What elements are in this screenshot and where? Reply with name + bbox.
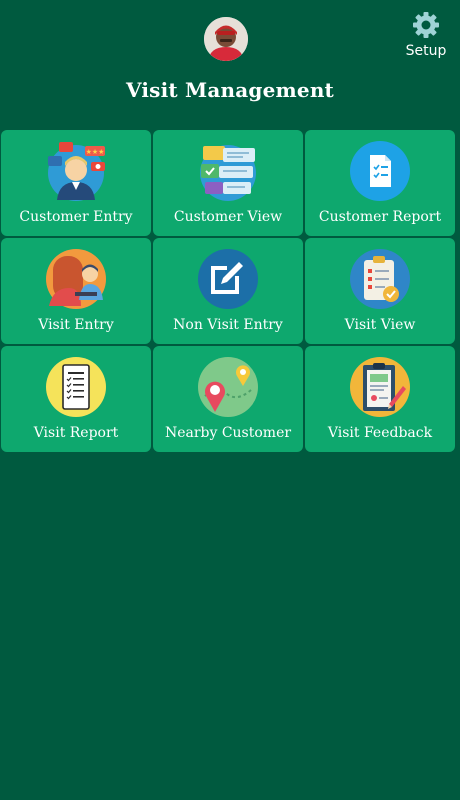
non-visit-entry-tile[interactable]: Non Visit Entry: [153, 238, 303, 344]
nearby-customer-tile[interactable]: Nearby Customer: [153, 346, 303, 452]
visit-view-icon: [350, 249, 410, 309]
non-visit-entry-icon: [198, 249, 258, 309]
nearby-customer-icon: [198, 357, 258, 417]
customer-view-tile[interactable]: Customer View: [153, 130, 303, 236]
tile-label: Non Visit Entry: [173, 317, 283, 333]
tile-label: Visit Entry: [38, 317, 114, 333]
visit-entry-icon: [46, 249, 106, 309]
tile-label: Visit View: [344, 317, 416, 333]
avatar-photo-icon: [204, 17, 248, 61]
customer-entry-icon: ★★★: [48, 142, 105, 201]
tile-label: Nearby Customer: [164, 425, 292, 441]
visit-feedback-icon: [350, 357, 410, 417]
menu-grid: ★★★ Customer Entry Customer View Custome…: [1, 130, 455, 452]
tile-label: Customer Report: [318, 209, 442, 225]
setup-label: Setup: [405, 43, 447, 59]
page-title: Visit Management: [126, 78, 334, 102]
tile-label: Visit Feedback: [327, 425, 433, 441]
setup-button[interactable]: Setup: [401, 10, 451, 66]
visit-view-tile[interactable]: Visit View: [305, 238, 455, 344]
tile-label: Visit Report: [33, 425, 119, 441]
customer-view-icon: [200, 145, 256, 201]
visit-report-tile[interactable]: Visit Report: [1, 346, 151, 452]
visit-entry-tile[interactable]: Visit Entry: [1, 238, 151, 344]
customer-entry-tile[interactable]: ★★★ Customer Entry: [1, 130, 151, 236]
visit-feedback-tile[interactable]: Visit Feedback: [305, 346, 455, 452]
customer-report-tile[interactable]: Customer Report: [305, 130, 455, 236]
customer-report-icon: [350, 141, 410, 201]
svg-text:★★★: ★★★: [86, 148, 105, 156]
tile-label: Customer Entry: [19, 209, 133, 225]
gear-icon: [413, 12, 439, 38]
visit-report-icon: [46, 357, 106, 417]
tile-label: Customer View: [173, 209, 283, 225]
user-avatar[interactable]: [204, 17, 248, 61]
